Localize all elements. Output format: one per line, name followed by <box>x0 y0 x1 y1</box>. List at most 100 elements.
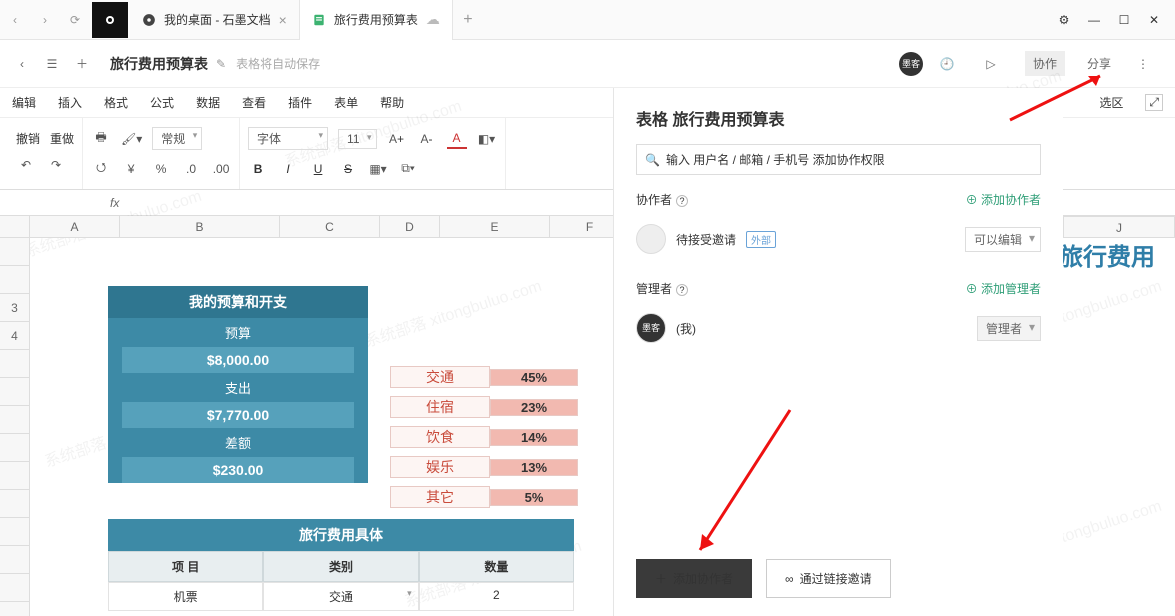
tab-close-icon[interactable]: × <box>279 12 287 28</box>
row-header[interactable] <box>0 490 30 518</box>
row-header[interactable] <box>0 378 30 406</box>
permission-select-edit[interactable]: 可以编辑 <box>965 227 1041 252</box>
window-close-icon[interactable]: ✕ <box>1145 13 1163 27</box>
paint-format-icon[interactable]: 🖌▾ <box>121 129 142 149</box>
print-icon[interactable]: 🖶 <box>91 129 111 149</box>
inc-decimal-icon[interactable]: .00 <box>211 159 231 179</box>
redo-icon[interactable]: ↷ <box>46 155 66 175</box>
select-all-corner[interactable] <box>0 216 30 237</box>
detail-title: 旅行费用具体 <box>108 519 574 551</box>
col-A[interactable]: A <box>30 216 120 237</box>
menu-format[interactable]: 格式 <box>104 94 128 111</box>
new-tab-button[interactable]: + <box>453 11 483 29</box>
rename-icon[interactable]: ✎ <box>216 57 226 71</box>
expand-icon[interactable]: ⤢ <box>1145 94 1163 111</box>
font-select[interactable]: 字体 <box>248 127 328 150</box>
dec-decimal-icon[interactable]: .0 <box>181 159 201 179</box>
detail-cell-category[interactable]: 交通 <box>263 582 418 611</box>
add-doc-icon[interactable]: ＋ <box>72 54 92 74</box>
underline-icon[interactable]: U <box>308 159 328 179</box>
row-header[interactable] <box>0 406 30 434</box>
menu-formula[interactable]: 公式 <box>150 94 174 111</box>
row-header[interactable] <box>0 462 30 490</box>
user-avatar[interactable]: 墨客 <box>899 52 923 76</box>
play-icon[interactable]: ▷ <box>981 54 1001 74</box>
browser-tab-desktop[interactable]: 我的桌面 - 石墨文档 × <box>130 0 300 40</box>
fx-icon[interactable]: fx <box>100 196 129 210</box>
bold-icon[interactable]: B <box>248 159 268 179</box>
browser-tab-sheet[interactable]: 旅行费用预算表 ☁ <box>300 0 453 40</box>
menu-view[interactable]: 查看 <box>242 94 266 111</box>
add-admin-link[interactable]: 添加管理者 <box>966 280 1041 297</box>
row-header[interactable]: 3 <box>0 294 30 322</box>
window-maximize-icon[interactable]: ☐ <box>1115 13 1133 27</box>
menu-edit[interactable]: 编辑 <box>12 94 36 111</box>
fill-color-icon[interactable]: ◧▾ <box>477 129 497 149</box>
settings-gear-icon[interactable]: ⚙ <box>1055 13 1073 27</box>
history-icon[interactable]: 🕘 <box>937 54 957 74</box>
text-color-icon[interactable]: A <box>447 129 467 149</box>
percent-icon[interactable]: % <box>151 159 171 179</box>
menu-addons[interactable]: 插件 <box>288 94 312 111</box>
row-header[interactable] <box>0 518 30 546</box>
document-title[interactable]: 旅行费用预算表 <box>110 54 208 74</box>
share-button[interactable]: 分享 <box>1079 51 1119 76</box>
fontsize-dec-icon[interactable]: A- <box>417 129 437 149</box>
doc-back-icon[interactable]: ‹ <box>12 54 32 74</box>
strike-icon[interactable]: S <box>338 159 358 179</box>
menu-icon[interactable]: ☰ <box>42 54 62 74</box>
menu-form[interactable]: 表单 <box>334 94 358 111</box>
border-icon[interactable]: ▦▾ <box>368 159 388 179</box>
nav-reload-icon[interactable]: ⟳ <box>60 0 90 40</box>
style-select[interactable]: 常规 <box>152 127 202 150</box>
undo-label: 撤销 <box>16 130 40 147</box>
undo-icon[interactable]: ↶ <box>16 155 36 175</box>
tab-cloud-icon[interactable]: ☁ <box>426 11 440 28</box>
more-icon[interactable]: ⋮ <box>1133 54 1153 74</box>
invite-link-button[interactable]: ∞通过链接邀请 <box>766 559 891 598</box>
help-icon[interactable]: ? <box>676 195 688 207</box>
menu-data[interactable]: 数据 <box>196 94 220 111</box>
share-link-icon: ∞ <box>785 572 794 586</box>
col-E[interactable]: E <box>440 216 550 237</box>
col-B[interactable]: B <box>120 216 280 237</box>
nav-forward-icon[interactable]: › <box>30 0 60 40</box>
row-header[interactable] <box>0 434 30 462</box>
col-D[interactable]: D <box>380 216 440 237</box>
currency-yen-icon[interactable]: ¥ <box>121 159 141 179</box>
plus-icon: ＋ <box>655 570 667 587</box>
menu-help[interactable]: 帮助 <box>380 94 404 111</box>
row-header[interactable] <box>0 546 30 574</box>
row-header[interactable] <box>0 350 30 378</box>
fontsize-inc-icon[interactable]: A+ <box>387 129 407 149</box>
fontsize-select[interactable]: 11 <box>338 129 376 149</box>
nav-back-icon[interactable]: ‹ <box>0 0 30 40</box>
cat-pct: 23% <box>490 399 578 416</box>
menu-selection[interactable]: 选区 <box>1099 94 1123 111</box>
add-collaborator-link[interactable]: 添加协作者 <box>966 191 1041 208</box>
italic-icon[interactable]: I <box>278 159 298 179</box>
clear-format-icon[interactable]: ⭯ <box>91 159 111 179</box>
permission-select-admin[interactable]: 管理者 <box>977 316 1041 341</box>
row-header[interactable] <box>0 238 30 266</box>
col-C[interactable]: C <box>280 216 380 237</box>
menu-insert[interactable]: 插入 <box>58 94 82 111</box>
add-collaborator-button[interactable]: ＋添加协作者 <box>636 559 752 598</box>
col-J[interactable]: J <box>1063 216 1175 238</box>
detail-row[interactable]: 机票 交通 2 <box>108 582 574 611</box>
collab-search-input[interactable]: 🔍 输入 用户名 / 邮箱 / 手机号 添加协作权限 <box>636 144 1041 175</box>
row-header[interactable] <box>0 266 30 294</box>
merge-icon[interactable]: ⧉▾ <box>398 159 418 179</box>
window-controls: ⚙ — ☐ ✕ <box>1055 13 1175 27</box>
row-header[interactable] <box>0 574 30 602</box>
row-header[interactable] <box>0 602 30 616</box>
tab-favicon-sheet-icon <box>312 13 326 27</box>
row-header[interactable]: 4 <box>0 322 30 350</box>
help-icon[interactable]: ? <box>676 284 688 296</box>
detail-cell-item[interactable]: 机票 <box>108 582 263 611</box>
section-collaborators-label: 协作者 <box>636 193 672 207</box>
app-logo-icon[interactable] <box>92 2 128 38</box>
collab-button[interactable]: 协作 <box>1025 51 1065 76</box>
detail-cell-qty[interactable]: 2 <box>419 582 574 611</box>
window-minimize-icon[interactable]: — <box>1085 13 1103 27</box>
